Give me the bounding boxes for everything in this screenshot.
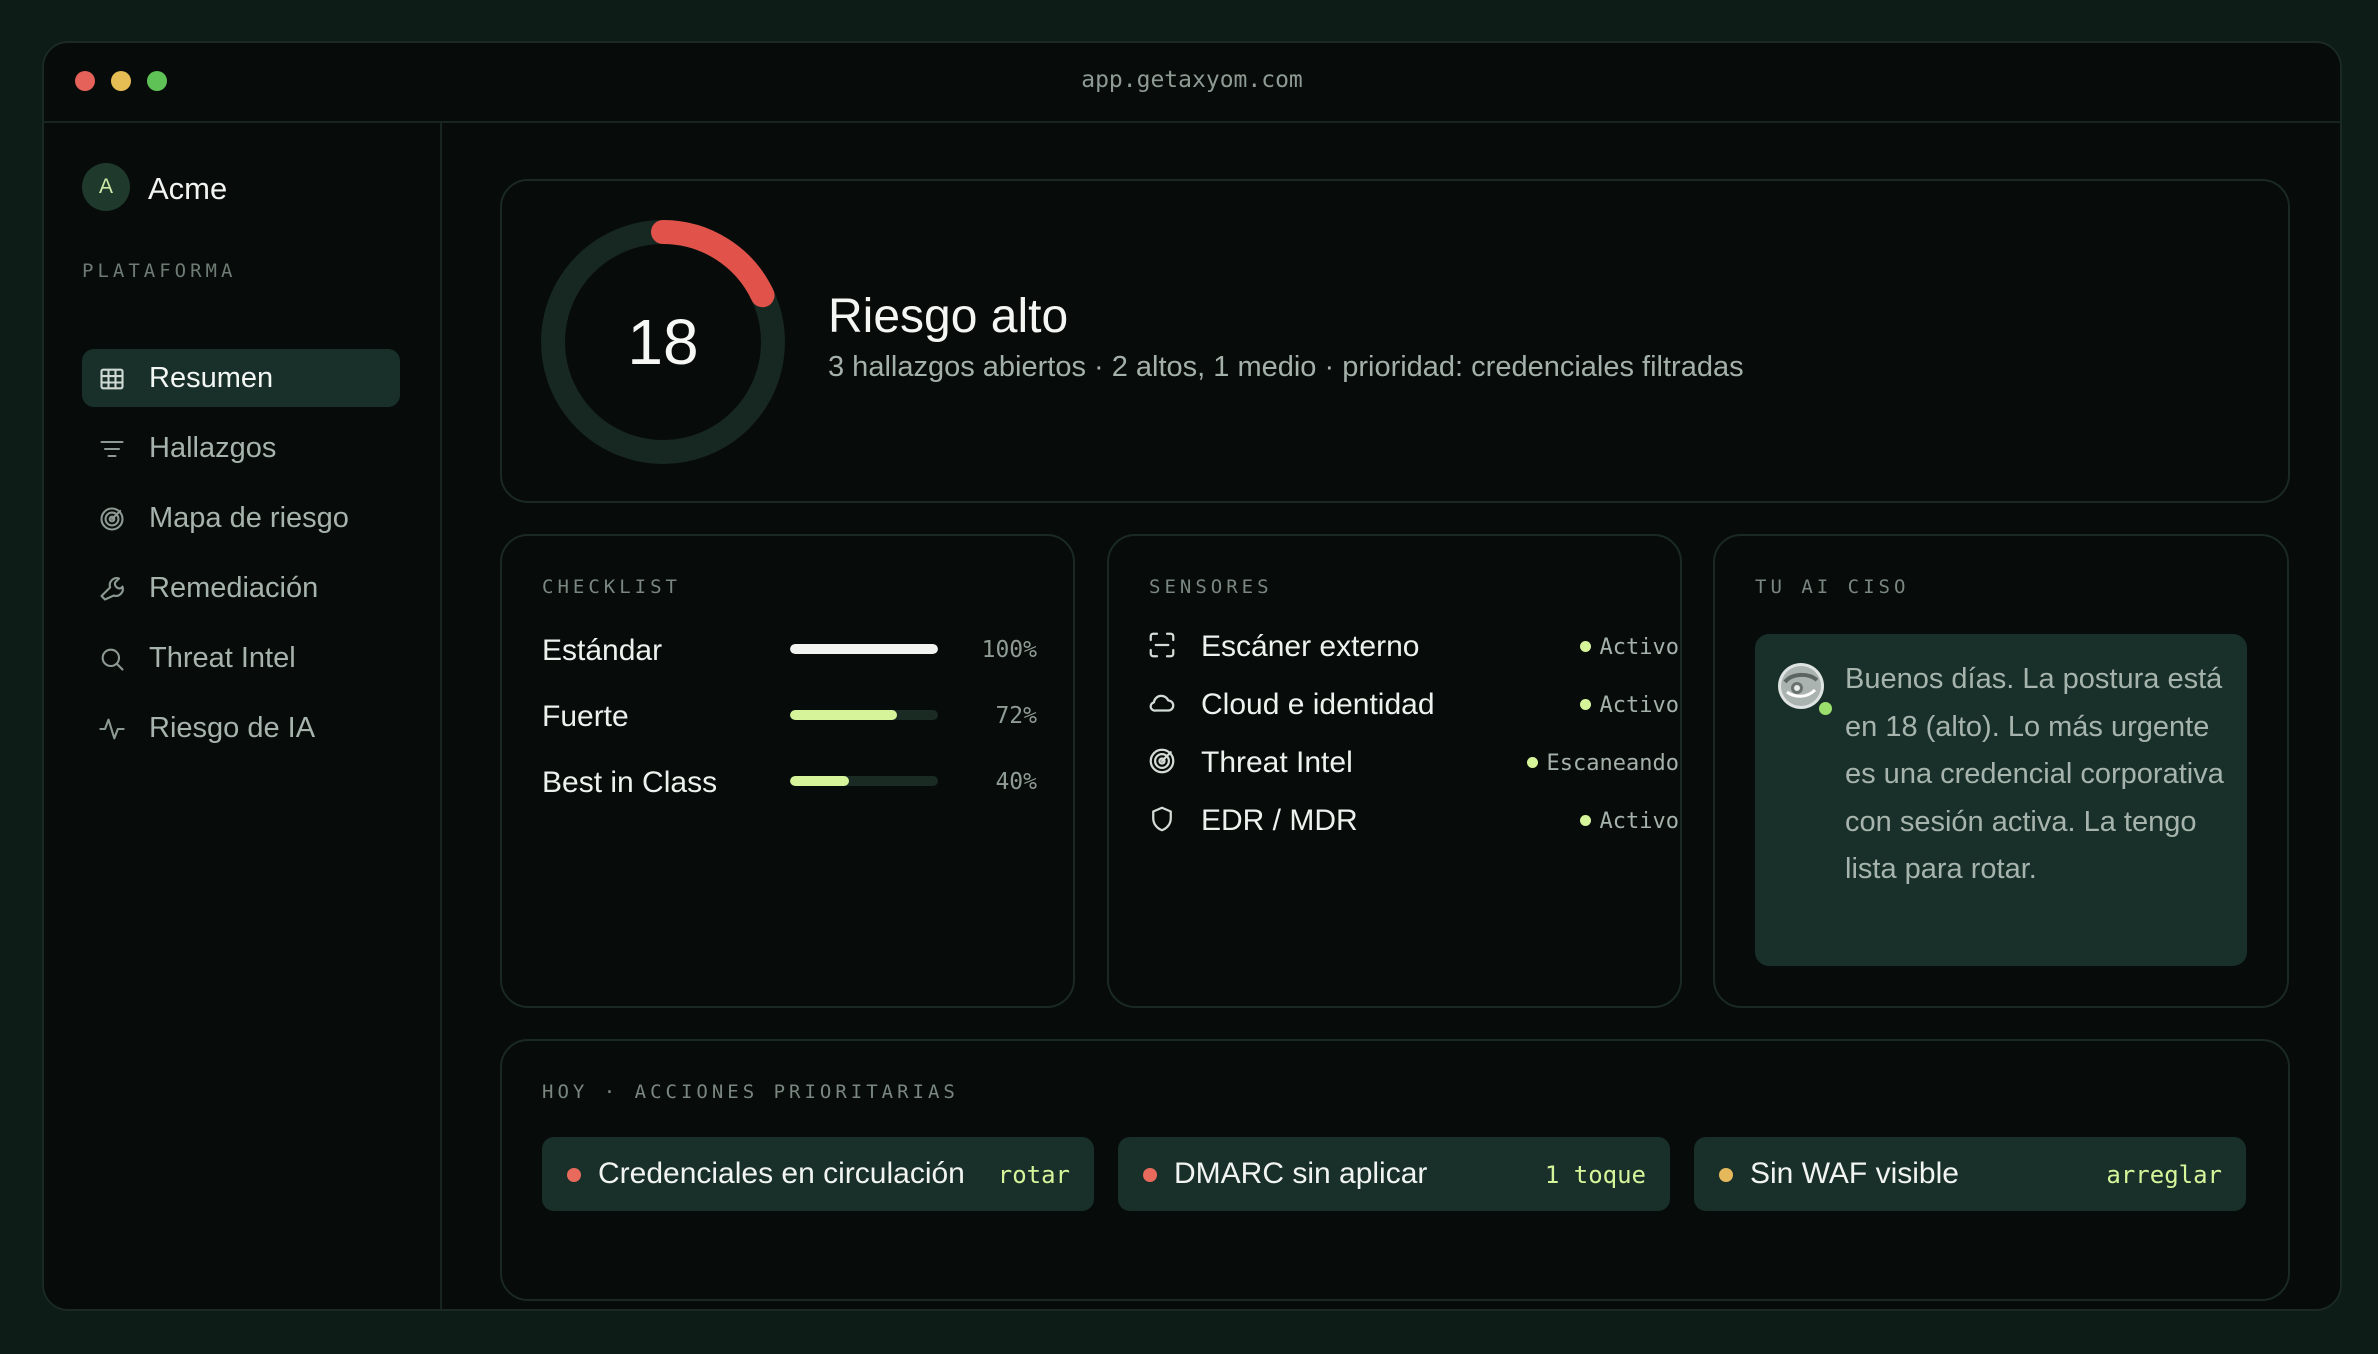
sensor-row[interactable]: EDR / MDR Activo xyxy=(1147,798,1679,842)
sidebar-item-threat-intel[interactable]: Threat Intel xyxy=(82,629,400,687)
action-chip-button[interactable]: rotar xyxy=(998,1161,1070,1189)
sensor-status-text: Activo xyxy=(1599,809,1679,834)
status-dot xyxy=(1579,641,1591,652)
sensor-name: EDR / MDR xyxy=(1201,804,1358,837)
checklist-row[interactable]: Estándar 100% xyxy=(542,630,1037,670)
sidebar-item-mapa-de-riesgo[interactable]: Mapa de riesgo xyxy=(82,489,400,547)
checklist-progress-bar xyxy=(790,644,938,654)
sidebar: A Acme PLATAFORMA Resumen Hallazgos Mapa… xyxy=(44,123,442,1309)
risk-title: Riesgo alto xyxy=(828,290,1069,343)
browser-window: app.getaxyom.com A Acme PLATAFORMA Resum… xyxy=(42,41,2342,1311)
action-chip-credenciales[interactable]: Credenciales en circulación rotar xyxy=(542,1137,1094,1211)
sensor-row[interactable]: Threat Intel Escaneando xyxy=(1147,740,1679,784)
online-indicator xyxy=(1817,700,1834,717)
sidebar-item-label: Mapa de riesgo xyxy=(149,502,349,534)
shield-icon xyxy=(1152,806,1172,832)
sensor-name: Cloud e identidad xyxy=(1201,688,1435,721)
sensors-label: SENSORES xyxy=(1149,576,1273,598)
priority-actions-card: HOY · ACCIONES PRIORITARIAS Credenciales… xyxy=(500,1039,2290,1301)
status-dot xyxy=(1579,699,1591,710)
sensor-row[interactable]: Escáner externo Activo xyxy=(1147,624,1679,668)
checklist-row[interactable]: Fuerte 72% xyxy=(542,696,1037,736)
title-bar: app.getaxyom.com xyxy=(44,43,2340,123)
checklist-progress-fill xyxy=(790,710,897,720)
org-name[interactable]: Acme xyxy=(148,171,227,207)
wrench-icon xyxy=(100,577,124,601)
checklist-progress-bar xyxy=(790,776,938,786)
action-chip-label: Sin WAF visible xyxy=(1750,1157,1959,1190)
ai-ciso-label: TU AI CISO xyxy=(1755,576,1910,598)
table-icon xyxy=(100,368,124,390)
cloud-icon xyxy=(1149,694,1175,712)
checklist-row-name: Fuerte xyxy=(542,700,629,733)
checklist-row-name: Best in Class xyxy=(542,766,718,799)
ai-ciso-message: Buenos días. La postura está en 18 (alto… xyxy=(1845,663,2224,885)
status-dot xyxy=(1526,757,1538,768)
sidebar-section-label: PLATAFORMA xyxy=(82,260,237,282)
action-chip-label: Credenciales en circulación xyxy=(598,1157,965,1190)
scan-icon xyxy=(1149,632,1175,658)
url-text: app.getaxyom.com xyxy=(1081,67,1303,93)
radar-icon xyxy=(100,507,124,531)
priority-actions-label: HOY · ACCIONES PRIORITARIAS xyxy=(542,1081,959,1103)
sidebar-item-label: Resumen xyxy=(149,362,274,394)
risk-summary-card: 18 Riesgo alto 3 hallazgos abiertos · 2 … xyxy=(500,179,2290,503)
checklist-row-percent: 100% xyxy=(981,637,1037,663)
ai-ciso-card: TU AI CISO Buenos días. La postura está … xyxy=(1713,534,2289,1008)
search-icon xyxy=(101,648,124,671)
checklist-progress-bar xyxy=(790,710,938,720)
checklist-row-name: Estándar xyxy=(542,634,663,667)
severity-dot xyxy=(1143,1168,1157,1182)
severity-dot xyxy=(567,1168,581,1182)
sensor-status: Activo xyxy=(1579,809,1679,834)
checklist-row-percent: 72% xyxy=(995,703,1037,729)
sidebar-item-label: Riesgo de IA xyxy=(149,712,316,744)
ai-ciso-message-bubble[interactable]: Buenos días. La postura está en 18 (alto… xyxy=(1755,634,2247,966)
sensor-status-text: Activo xyxy=(1599,693,1679,718)
action-chip-waf[interactable]: Sin WAF visible arreglar xyxy=(1694,1137,2246,1211)
action-chip-label: DMARC sin aplicar xyxy=(1174,1157,1428,1190)
sidebar-item-riesgo-de-ia[interactable]: Riesgo de IA xyxy=(82,699,400,757)
risk-score: 18 xyxy=(627,306,699,378)
sidebar-item-hallazgos[interactable]: Hallazgos xyxy=(82,419,400,477)
sidebar-item-label: Threat Intel xyxy=(149,642,296,674)
sensor-status: Escaneando xyxy=(1526,751,1679,776)
sensor-name: Escáner externo xyxy=(1201,630,1420,663)
sensor-name: Threat Intel xyxy=(1201,746,1353,779)
sensor-status: Activo xyxy=(1579,693,1679,718)
status-dot xyxy=(1579,815,1591,826)
checklist-card: CHECKLIST Estándar 100% Fuerte 72% Best … xyxy=(500,534,1075,1008)
checklist-row-percent: 40% xyxy=(995,769,1037,795)
sidebar-item-label: Remediación xyxy=(149,572,319,604)
action-chip-button[interactable]: 1 toque xyxy=(1545,1161,1646,1189)
risk-subtitle: 3 hallazgos abiertos · 2 altos, 1 medio … xyxy=(828,351,1744,383)
checklist-row[interactable]: Best in Class 40% xyxy=(542,762,1037,802)
sensor-status-text: Escaneando xyxy=(1546,751,1679,776)
filter-icon xyxy=(100,440,124,458)
checklist-label: CHECKLIST xyxy=(542,576,681,598)
action-chip-button[interactable]: arreglar xyxy=(2106,1161,2222,1189)
sidebar-item-resumen[interactable]: Resumen xyxy=(82,349,400,407)
sensor-row[interactable]: Cloud e identidad Activo xyxy=(1147,682,1679,726)
checklist-progress-fill xyxy=(790,776,850,786)
org-avatar[interactable]: A xyxy=(82,163,130,211)
sensors-card: SENSORES Escáner externo Activo Cloud e … xyxy=(1107,534,1682,1008)
sensor-status: Activo xyxy=(1579,635,1679,660)
sidebar-item-label: Hallazgos xyxy=(149,432,277,464)
activity-icon xyxy=(99,718,125,740)
radar-icon xyxy=(1149,748,1175,774)
checklist-progress-fill xyxy=(790,644,938,654)
severity-dot xyxy=(1719,1168,1733,1182)
action-chip-dmarc[interactable]: DMARC sin aplicar 1 toque xyxy=(1118,1137,1670,1211)
sidebar-item-remediacion[interactable]: Remediación xyxy=(82,559,400,617)
sensor-status-text: Activo xyxy=(1599,635,1679,660)
